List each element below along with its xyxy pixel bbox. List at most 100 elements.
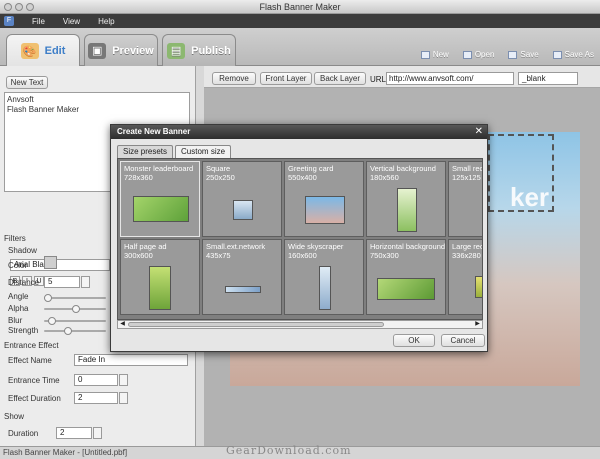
save-button[interactable]: Save xyxy=(508,50,539,59)
tab-preview-label: Preview xyxy=(112,44,154,57)
preset-greeting-card[interactable]: Greeting card 550x400 xyxy=(284,161,364,237)
tab-preview[interactable]: ▣ Preview xyxy=(84,34,158,66)
preset-thumbnail xyxy=(233,200,253,220)
window-controls xyxy=(4,3,34,11)
preset-wide-skyscraper[interactable]: Wide skyscraper 160x600 xyxy=(284,239,364,315)
new-label: New xyxy=(432,50,449,59)
distance-input[interactable]: 5 xyxy=(44,276,80,288)
tab-size-presets[interactable]: Size presets xyxy=(117,145,174,158)
preset-thumbnail xyxy=(397,188,417,232)
effect-duration-label: Effect Duration xyxy=(8,394,61,403)
preset-vertical-background[interactable]: Vertical background 180x560 xyxy=(366,161,446,237)
blur-label: Blur xyxy=(8,316,23,325)
save-as-button[interactable]: Save As xyxy=(552,50,594,59)
new-text-button[interactable]: New Text xyxy=(6,76,48,89)
back-layer-button[interactable]: Back Layer xyxy=(314,72,366,85)
effect-name-select[interactable]: Fade In xyxy=(74,354,188,366)
alpha-slider-knob[interactable] xyxy=(72,305,80,313)
entrance-time-label: Entrance Time xyxy=(8,376,60,385)
preset-label: Large rec 336x280 xyxy=(452,242,483,260)
front-layer-button[interactable]: Front Layer xyxy=(260,72,312,85)
preset-monster-leaderboard[interactable]: Monster leaderboard 728x360 xyxy=(120,161,200,237)
tab-edit-label: Edit xyxy=(44,45,66,57)
effect-duration-stepper[interactable] xyxy=(119,392,128,404)
dialog-title: Create New Banner xyxy=(117,127,191,136)
close-icon[interactable]: ✕ xyxy=(475,125,483,139)
text-layer-item[interactable]: Anvsoft xyxy=(7,95,187,105)
ok-button[interactable]: OK xyxy=(393,334,435,347)
effect-name-label: Effect Name xyxy=(8,356,52,365)
preset-horizontal-background[interactable]: Horizontal background 750x300 xyxy=(366,239,446,315)
angle-slider[interactable] xyxy=(44,294,106,302)
url-label: URL xyxy=(370,75,387,84)
duration-stepper[interactable] xyxy=(93,427,102,439)
new-button[interactable]: New xyxy=(420,50,449,59)
stage-text[interactable]: ker xyxy=(510,182,549,213)
preset-small-rec[interactable]: Small rec 125x125 xyxy=(448,161,482,237)
preset-scrollbar[interactable]: ◀ ▶ xyxy=(117,320,483,329)
alpha-slider[interactable] xyxy=(44,305,106,313)
close-window-button[interactable] xyxy=(4,3,12,11)
tab-publish[interactable]: ▤ Publish xyxy=(162,34,236,66)
filters-heading: Filters xyxy=(4,234,26,243)
preset-label: Monster leaderboard 728x360 xyxy=(124,164,194,182)
create-new-banner-dialog: Create New Banner ✕ Size presets Custom … xyxy=(110,124,488,352)
preset-label: Wide skyscraper 160x600 xyxy=(288,242,344,260)
effect-duration-input[interactable]: 2 xyxy=(74,392,118,404)
dialog-tabs: Size presets Custom size xyxy=(117,145,232,158)
scroll-left-icon[interactable]: ◀ xyxy=(118,321,127,328)
scrollbar-thumb[interactable] xyxy=(128,322,384,327)
distance-stepper[interactable] xyxy=(81,276,90,288)
film-icon: ▣ xyxy=(88,42,107,59)
app-icon: F xyxy=(4,16,14,26)
shadow-color-swatch[interactable] xyxy=(44,256,57,269)
angle-label: Angle xyxy=(8,292,29,301)
strength-label: Strength xyxy=(8,326,39,335)
alpha-label: Alpha xyxy=(8,304,29,313)
tab-edit[interactable]: 🎨 Edit xyxy=(6,34,80,67)
entrance-time-input[interactable]: 0 xyxy=(74,374,118,386)
scroll-right-icon[interactable]: ▶ xyxy=(473,321,482,328)
preset-thumbnail xyxy=(305,196,345,224)
url-input[interactable]: http://www.anvsoft.com/ xyxy=(386,72,514,85)
angle-slider-knob[interactable] xyxy=(44,294,52,302)
preset-large-rec[interactable]: Large rec 336x280 xyxy=(448,239,483,315)
preset-label: Vertical background 180x560 xyxy=(370,164,436,182)
main-toolbar: 🎨 Edit ▣ Preview ▤ Publish New Open Save… xyxy=(0,28,600,67)
preset-thumbnail xyxy=(377,278,435,300)
zoom-window-button[interactable] xyxy=(26,3,34,11)
preset-thumbnail xyxy=(149,266,171,310)
blur-slider-knob[interactable] xyxy=(48,317,56,325)
distance-label: Distance xyxy=(8,278,40,287)
preset-label: Half page ad 300x600 xyxy=(124,242,167,260)
target-select[interactable]: _blank xyxy=(518,72,578,85)
layer-toolbar: Remove Front Layer Back Layer URL http:/… xyxy=(204,66,600,88)
tab-custom-size[interactable]: Custom size xyxy=(175,145,232,158)
open-button[interactable]: Open xyxy=(462,50,494,59)
strength-slider[interactable] xyxy=(44,327,106,335)
preset-half-page-ad[interactable]: Half page ad 300x600 xyxy=(120,239,200,315)
minimize-window-button[interactable] xyxy=(15,3,23,11)
cancel-button[interactable]: Cancel xyxy=(441,334,485,347)
remove-button[interactable]: Remove xyxy=(212,72,256,85)
menu-help[interactable]: Help xyxy=(98,17,114,26)
new-file-icon xyxy=(420,50,430,59)
file-actions: New Open Save Save As xyxy=(420,50,594,59)
preset-small-ext-network[interactable]: Small.ext.network 435x75 xyxy=(202,239,282,315)
entrance-time-stepper[interactable] xyxy=(119,374,128,386)
save-icon xyxy=(508,50,518,59)
blur-slider[interactable] xyxy=(44,317,106,325)
duration-label: Duration xyxy=(8,429,39,438)
show-heading: Show xyxy=(4,412,25,421)
text-layer-item[interactable]: Flash Banner Maker xyxy=(7,105,187,115)
preset-thumbnail xyxy=(319,266,331,310)
open-folder-icon xyxy=(462,50,472,59)
duration-input[interactable]: 2 xyxy=(56,427,92,439)
preset-square[interactable]: Square 250x250 xyxy=(202,161,282,237)
window-title: Flash Banner Maker xyxy=(259,2,341,12)
menu-file[interactable]: File xyxy=(32,17,45,26)
save-label: Save xyxy=(520,50,539,59)
preset-thumbnail xyxy=(475,276,482,298)
menu-view[interactable]: View xyxy=(63,17,80,26)
strength-slider-knob[interactable] xyxy=(64,327,72,335)
